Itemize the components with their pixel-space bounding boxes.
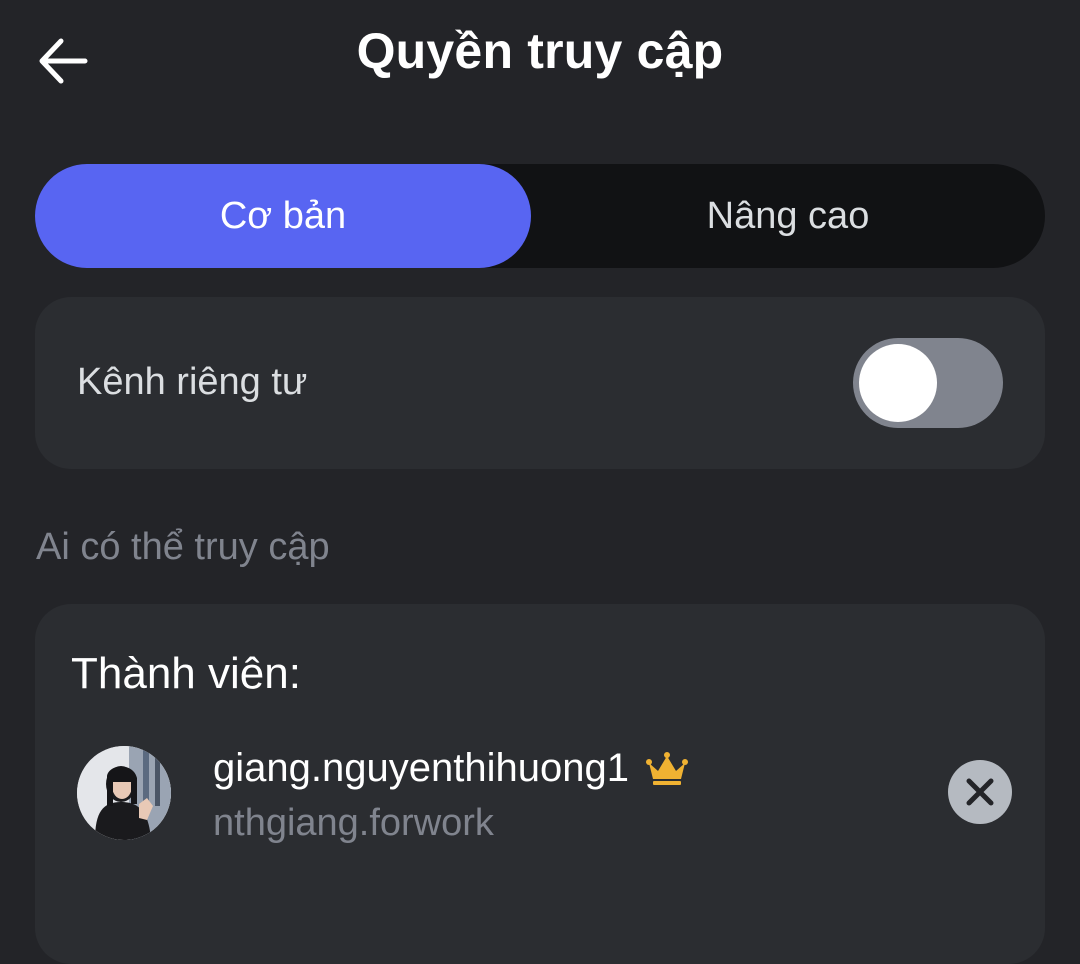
member-name: giang.nguyenthihuong1 [213, 746, 629, 790]
member-username: nthgiang.forwork [213, 802, 494, 844]
member-name-group: giang.nguyenthihuong1 [213, 746, 689, 791]
private-channel-label: Kênh riêng tư [77, 361, 308, 403]
member-row[interactable]: giang.nguyenthihuong1 nthgiang.forwork [35, 734, 1045, 854]
tab-bar: Cơ bản Nâng cao [35, 164, 1045, 268]
top-bar: Quyền truy cập [0, 0, 1080, 120]
page-title: Quyền truy cập [356, 23, 724, 79]
tab-advanced[interactable]: Nâng cao [531, 164, 1045, 268]
avatar [77, 746, 171, 840]
remove-member-button[interactable] [948, 760, 1012, 824]
private-channel-card: Kênh riêng tư [35, 297, 1045, 469]
private-channel-toggle[interactable] [853, 338, 1003, 428]
access-section-label: Ai có thể truy cập [36, 526, 330, 568]
tab-basic[interactable]: Cơ bản [35, 164, 531, 268]
members-card: Thành viên: giang.nguyenthihuong1 nthgia… [35, 604, 1045, 964]
crown-icon [645, 751, 688, 785]
members-title: Thành viên: [71, 649, 301, 698]
close-icon [966, 778, 994, 806]
toggle-knob [859, 344, 937, 422]
